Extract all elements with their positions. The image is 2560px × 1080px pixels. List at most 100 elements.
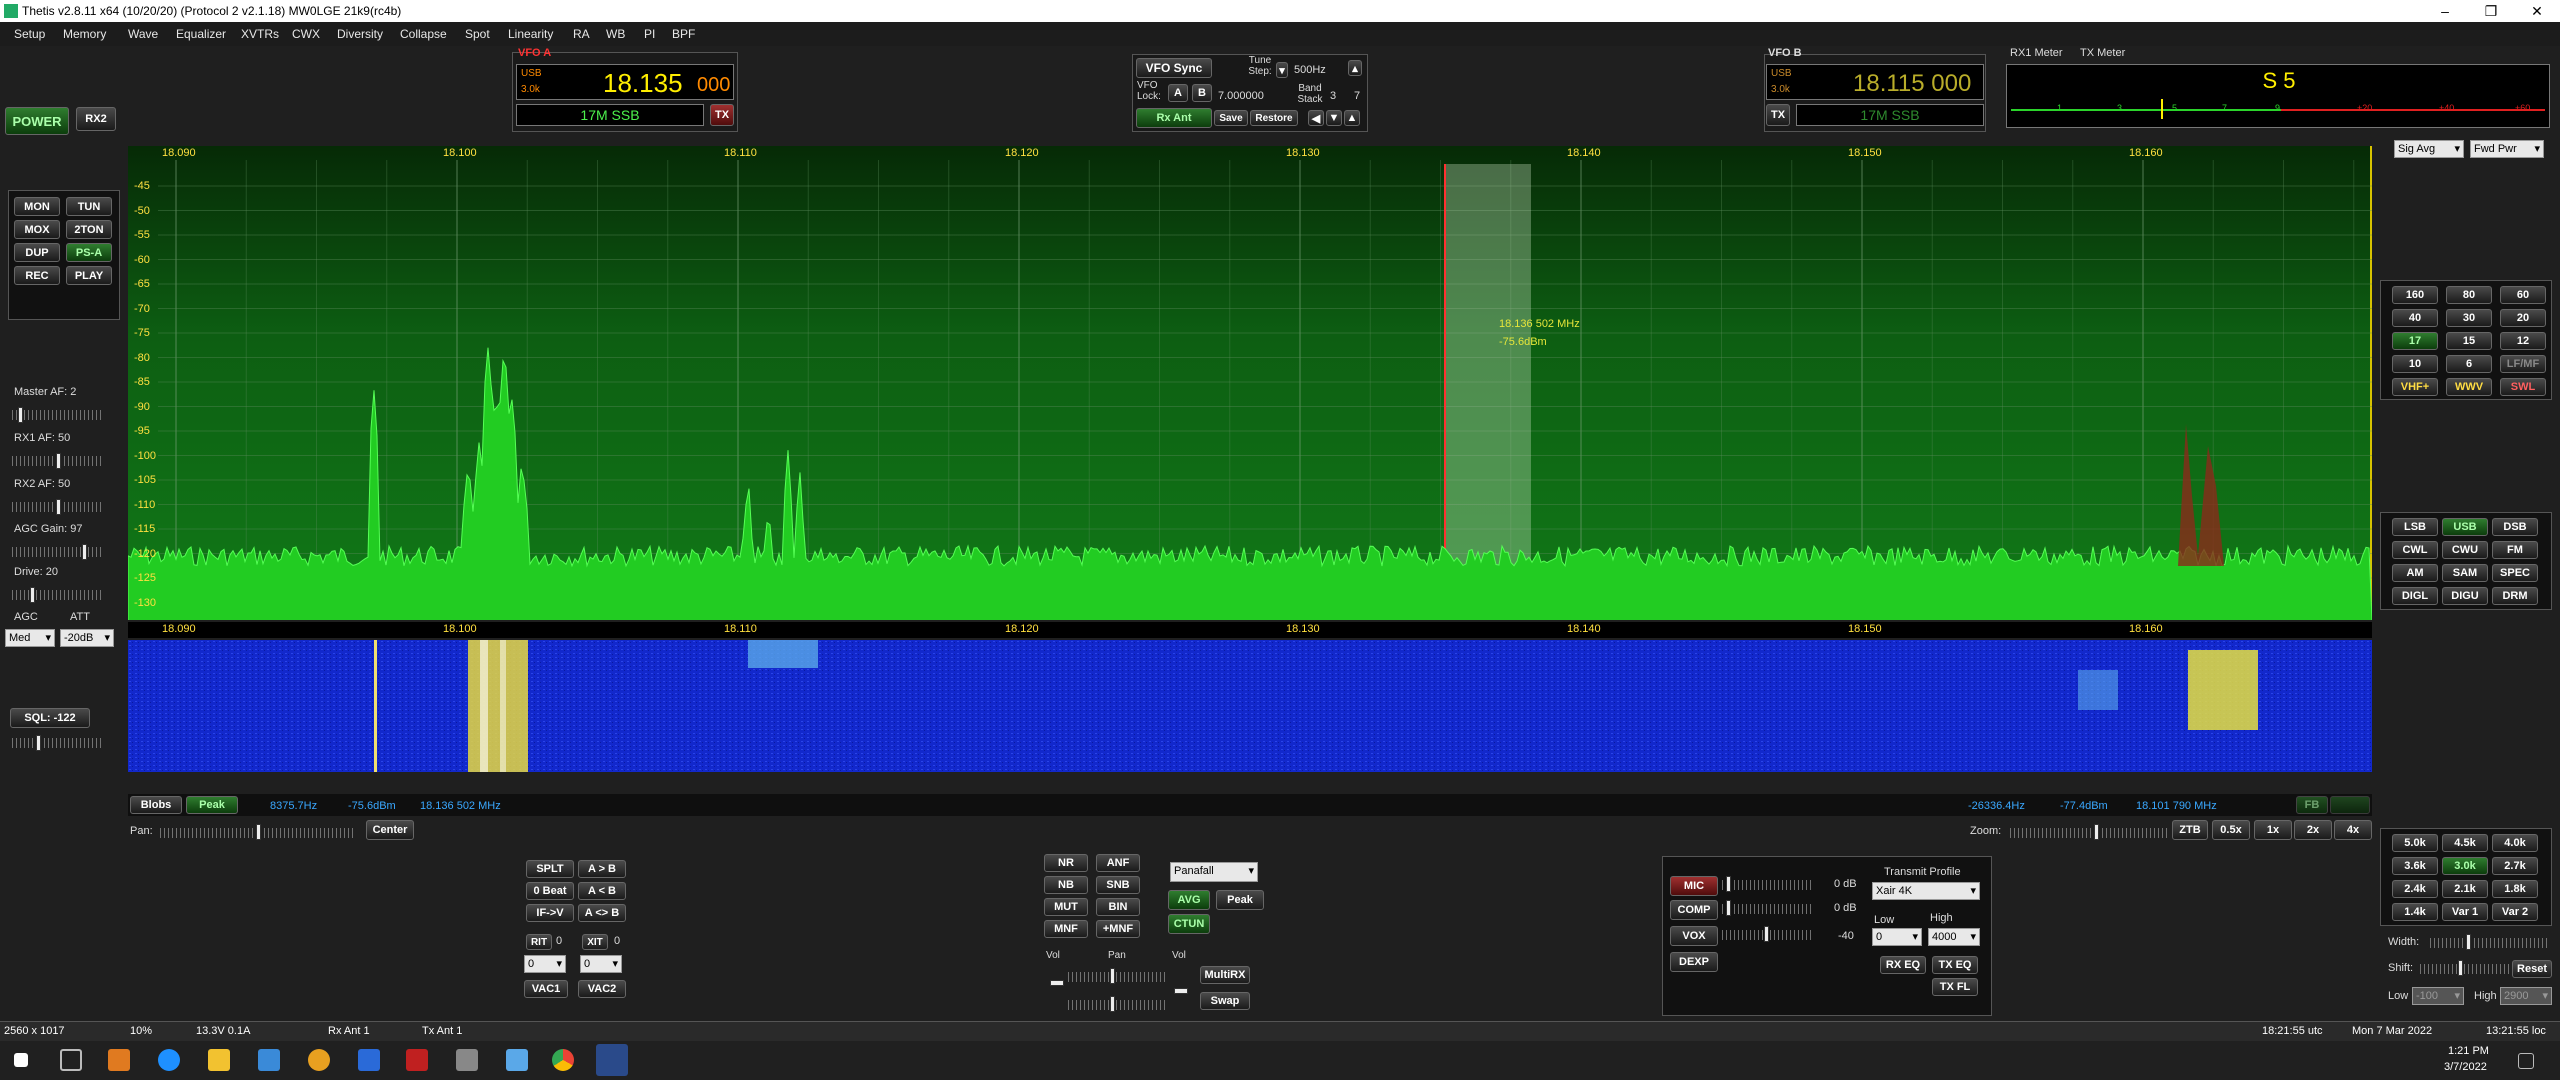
- menu-collapse[interactable]: Collapse: [400, 27, 447, 41]
- vac2-button[interactable]: VAC2: [578, 980, 626, 998]
- rx2-button[interactable]: RX2: [76, 107, 116, 131]
- mon-button[interactable]: MON: [14, 197, 60, 216]
- mode-button-drm[interactable]: DRM: [2492, 587, 2538, 605]
- zoom-2x-button[interactable]: 2x: [2294, 820, 2332, 840]
- a-swap-b-button[interactable]: A <> B: [578, 904, 626, 922]
- anf-button[interactable]: ANF: [1096, 854, 1140, 872]
- filter-button-var-1[interactable]: Var 1: [2442, 903, 2488, 921]
- menu-linearity[interactable]: Linearity: [508, 27, 553, 41]
- rx2-af-knob[interactable]: [56, 499, 61, 515]
- tx-high-input[interactable]: 4000: [1928, 928, 1980, 946]
- ztb-button[interactable]: ZTB: [2172, 820, 2208, 840]
- filter-shift-slider[interactable]: [2420, 964, 2510, 974]
- multirx-button[interactable]: MultiRX: [1200, 966, 1250, 984]
- filter-button-3-0k[interactable]: 3.0k: [2442, 857, 2488, 875]
- nr-button[interactable]: NR: [1044, 854, 1088, 872]
- mode-button-cwu[interactable]: CWU: [2442, 541, 2488, 559]
- rx2-pan-knob[interactable]: [1110, 996, 1115, 1012]
- dup-button[interactable]: DUP: [14, 243, 60, 262]
- filter-button-4-5k[interactable]: 4.5k: [2442, 834, 2488, 852]
- save-button[interactable]: Save: [1214, 110, 1248, 126]
- ctun-button[interactable]: CTUN: [1168, 914, 1210, 934]
- rec-button[interactable]: REC: [14, 266, 60, 285]
- band-button-6[interactable]: 6: [2446, 355, 2492, 373]
- app-icon-red[interactable]: [406, 1049, 428, 1071]
- mode-button-dsb[interactable]: DSB: [2492, 518, 2538, 536]
- menu-memory[interactable]: Memory: [63, 27, 106, 41]
- vox-knob[interactable]: [1764, 926, 1769, 942]
- drive-knob[interactable]: [30, 587, 35, 603]
- filter-button-var-2[interactable]: Var 2: [2492, 903, 2538, 921]
- mode-button-sam[interactable]: SAM: [2442, 564, 2488, 582]
- maximize-button[interactable]: ❐: [2468, 0, 2514, 22]
- sql-button[interactable]: SQL: -122: [10, 708, 90, 728]
- vox-button[interactable]: VOX: [1670, 926, 1718, 946]
- filter-width-knob[interactable]: [2466, 934, 2471, 950]
- mic-slider[interactable]: [1722, 880, 1814, 890]
- filter-width-slider[interactable]: [2430, 938, 2548, 948]
- file-explorer-icon[interactable]: [208, 1049, 230, 1071]
- agc-gain-knob[interactable]: [82, 544, 87, 560]
- xit-input[interactable]: 0: [580, 955, 622, 973]
- menu-bpf[interactable]: BPF: [672, 27, 695, 41]
- avg-button[interactable]: AVG: [1168, 890, 1210, 910]
- xit-button[interactable]: XIT: [582, 934, 608, 950]
- peak-button[interactable]: Peak: [186, 796, 238, 814]
- minimize-button[interactable]: –: [2422, 0, 2468, 22]
- band-button-20[interactable]: 20: [2500, 309, 2546, 327]
- rx-ant-button[interactable]: Rx Ant: [1136, 108, 1212, 128]
- play-button[interactable]: PLAY: [66, 266, 112, 285]
- rx-eq-button[interactable]: RX EQ: [1880, 956, 1926, 974]
- chrome-icon[interactable]: [552, 1049, 574, 1071]
- nb-button[interactable]: NB: [1044, 876, 1088, 894]
- band-button-10[interactable]: 10: [2392, 355, 2438, 373]
- mic-button[interactable]: MIC: [1670, 876, 1718, 896]
- split-button[interactable]: SPLT: [526, 860, 574, 878]
- up-arrow-icon[interactable]: ▲: [1344, 110, 1360, 126]
- rx1-vol-knob[interactable]: [1110, 968, 1115, 984]
- rx1-vol-slider[interactable]: [1068, 972, 1166, 982]
- store-icon[interactable]: [358, 1049, 380, 1071]
- filter-button-2-7k[interactable]: 2.7k: [2492, 857, 2538, 875]
- menu-spot[interactable]: Spot: [465, 27, 490, 41]
- thetis-taskbar-icon[interactable]: [596, 1044, 628, 1076]
- band-button-lf-mf[interactable]: LF/MF: [2500, 355, 2546, 373]
- calculator-icon[interactable]: [456, 1049, 478, 1071]
- band-button-160[interactable]: 160: [2392, 286, 2438, 304]
- drive-slider[interactable]: [12, 590, 104, 600]
- zero-beat-button[interactable]: 0 Beat: [526, 882, 574, 900]
- mode-button-cwl[interactable]: CWL: [2392, 541, 2438, 559]
- mode-button-spec[interactable]: SPEC: [2492, 564, 2538, 582]
- menu-wave[interactable]: Wave: [128, 27, 158, 41]
- rit-button[interactable]: RIT: [526, 934, 552, 950]
- vac1-button[interactable]: VAC1: [524, 980, 568, 998]
- filter-high-input[interactable]: 2900: [2500, 987, 2552, 1005]
- zoom-knob[interactable]: [2094, 824, 2099, 840]
- band-button-80[interactable]: 80: [2446, 286, 2492, 304]
- waterfall[interactable]: [128, 640, 2372, 772]
- rx-meter-select[interactable]: Sig Avg: [2394, 140, 2464, 158]
- windows-start-icon[interactable]: [14, 1053, 28, 1067]
- tx-fl-button[interactable]: TX FL: [1932, 978, 1978, 996]
- filter-button-2-4k[interactable]: 2.4k: [2392, 880, 2438, 898]
- transmit-profile-select[interactable]: Xair 4K: [1872, 882, 1980, 900]
- filter-button-1-4k[interactable]: 1.4k: [2392, 903, 2438, 921]
- master-af-slider[interactable]: [12, 410, 104, 420]
- filter-button-2-1k[interactable]: 2.1k: [2442, 880, 2488, 898]
- agc-select[interactable]: Med: [5, 629, 55, 647]
- peak-display-button[interactable]: Peak: [1216, 890, 1264, 910]
- filter-button-4-0k[interactable]: 4.0k: [2492, 834, 2538, 852]
- tune-step-down[interactable]: ▾: [1276, 62, 1288, 78]
- band-button-17[interactable]: 17: [2392, 332, 2438, 350]
- filter-reset-button[interactable]: Reset: [2512, 960, 2552, 978]
- mic-knob[interactable]: [1726, 876, 1731, 892]
- center-button[interactable]: Center: [366, 820, 414, 840]
- mode-button-digu[interactable]: DIGU: [2442, 587, 2488, 605]
- menu-wb[interactable]: WB: [606, 27, 625, 41]
- b-to-a-button[interactable]: A < B: [578, 882, 626, 900]
- menu-pi[interactable]: PI: [644, 27, 655, 41]
- browser-icon[interactable]: [158, 1049, 180, 1071]
- mode-button-lsb[interactable]: LSB: [2392, 518, 2438, 536]
- sql-slider[interactable]: [12, 738, 104, 748]
- menu-xvtrs[interactable]: XVTRs: [241, 27, 279, 41]
